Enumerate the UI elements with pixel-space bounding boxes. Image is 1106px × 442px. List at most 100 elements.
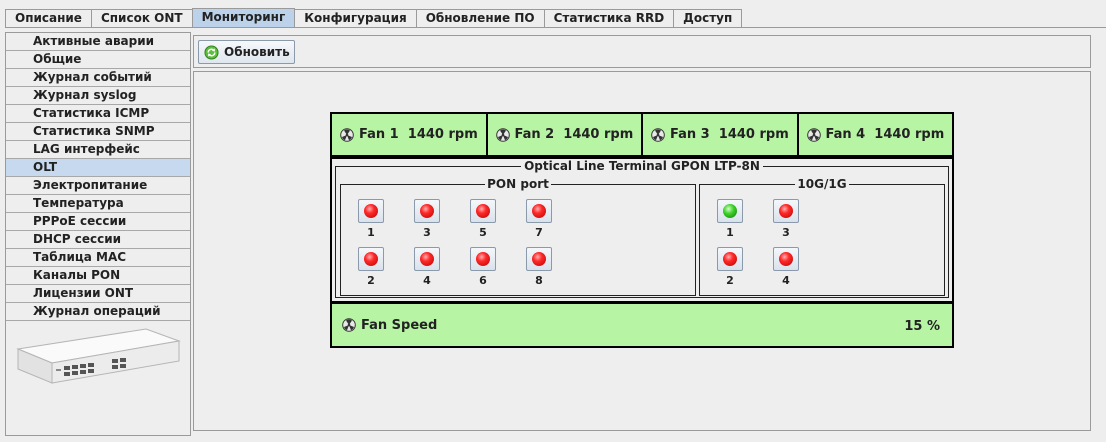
fan-2: Fan 2 1440 rpm <box>488 114 643 155</box>
fan-status-row: Fan 1 1440 rpm Fan 2 1440 rpm Fan 3 1440… <box>330 112 954 157</box>
olt-panel: Optical Line Terminal GPON LTP-8N PON po… <box>330 157 954 303</box>
port-led-button[interactable] <box>358 199 384 223</box>
status-led-icon <box>420 252 434 266</box>
fan-icon <box>340 127 354 142</box>
port-label: 1 <box>367 226 375 239</box>
port-label: 1 <box>726 226 734 239</box>
sidebar-item-pon-channels[interactable]: Каналы PON <box>6 267 190 285</box>
sidebar-item-syslog[interactable]: Журнал syslog <box>6 87 190 105</box>
sidebar-item-operations-log[interactable]: Журнал операций <box>6 303 190 321</box>
status-led-icon <box>723 204 737 218</box>
port-label: 6 <box>479 274 487 287</box>
uplink-port-group: 10G/1G 1 3 2 4 <box>699 177 945 296</box>
uplink-port-2[interactable]: 2 <box>715 247 745 287</box>
tab-configuration[interactable]: Конфигурация <box>294 9 417 28</box>
pon-port-7[interactable]: 7 <box>524 199 554 239</box>
tab-description[interactable]: Описание <box>5 9 92 28</box>
status-led-icon <box>779 204 793 218</box>
sidebar-menu: Активные аварии Общие Журнал событий Жур… <box>5 32 191 436</box>
sidebar-item-ont-licenses[interactable]: Лицензии ONT <box>6 285 190 303</box>
pon-port-1[interactable]: 1 <box>356 199 386 239</box>
fan-4-label: Fan 4 1440 rpm <box>825 127 945 142</box>
tab-firmware-update[interactable]: Обновление ПО <box>415 9 545 28</box>
pon-port-4[interactable]: 4 <box>412 247 442 287</box>
fan-icon <box>651 127 665 142</box>
refresh-button[interactable]: Обновить <box>198 40 295 64</box>
olt-frame: Optical Line Terminal GPON LTP-8N PON po… <box>335 159 949 298</box>
sidebar-item-power[interactable]: Электропитание <box>6 177 190 195</box>
tab-bar: Описание Список ONT Мониторинг Конфигура… <box>5 8 743 28</box>
sidebar-item-active-alarms[interactable]: Активные аварии <box>6 33 190 51</box>
tab-rrd-statistics[interactable]: Статистика RRD <box>543 9 675 28</box>
status-led-icon <box>476 204 490 218</box>
pon-port-group: PON port 1 3 5 7 2 4 6 8 <box>340 177 696 296</box>
pon-port-5[interactable]: 5 <box>468 199 498 239</box>
port-label: 2 <box>367 274 375 287</box>
sidebar-item-icmp-stats[interactable]: Статистика ICMP <box>6 105 190 123</box>
sidebar-item-temperature[interactable]: Температура <box>6 195 190 213</box>
port-led-button[interactable] <box>526 199 552 223</box>
status-led-icon <box>532 204 546 218</box>
status-led-icon <box>364 252 378 266</box>
port-label: 4 <box>423 274 431 287</box>
port-led-button[interactable] <box>717 199 743 223</box>
fan-icon <box>495 127 510 142</box>
fan-3-label: Fan 3 1440 rpm <box>670 127 789 142</box>
port-led-button[interactable] <box>526 247 552 271</box>
port-led-button[interactable] <box>773 247 799 271</box>
fan-1: Fan 1 1440 rpm <box>332 114 488 155</box>
fan-3: Fan 3 1440 rpm <box>643 114 799 155</box>
port-led-button[interactable] <box>773 199 799 223</box>
sidebar-item-lag[interactable]: LAG интерфейс <box>6 141 190 159</box>
port-label: 8 <box>535 274 543 287</box>
sidebar-item-general[interactable]: Общие <box>6 51 190 69</box>
port-label: 7 <box>535 226 543 239</box>
uplink-port-4[interactable]: 4 <box>771 247 801 287</box>
uplink-group-title: 10G/1G <box>795 177 849 191</box>
port-led-button[interactable] <box>414 247 440 271</box>
pon-port-8[interactable]: 8 <box>524 247 554 287</box>
sidebar-item-event-log[interactable]: Журнал событий <box>6 69 190 87</box>
tab-ont-list[interactable]: Список ONT <box>90 9 193 28</box>
device-image <box>16 328 181 384</box>
fan-speed-row: Fan Speed 15 % <box>330 302 954 348</box>
uplink-port-1[interactable]: 1 <box>715 199 745 239</box>
status-led-icon <box>532 252 546 266</box>
uplink-port-3[interactable]: 3 <box>771 199 801 239</box>
port-label: 4 <box>782 274 790 287</box>
fan-speed-value: 15 % <box>904 319 940 334</box>
fan-4: Fan 4 1440 rpm <box>799 114 953 155</box>
fan-speed-label: Fan Speed <box>361 317 438 333</box>
tab-divider <box>5 27 1106 28</box>
sidebar-item-pppoe[interactable]: PPPoE сессии <box>6 213 190 231</box>
olt-title: Optical Line Terminal GPON LTP-8N <box>521 159 763 173</box>
port-led-button[interactable] <box>470 247 496 271</box>
status-led-icon <box>779 252 793 266</box>
fan-2-label: Fan 2 1440 rpm <box>514 127 634 142</box>
tab-access[interactable]: Доступ <box>673 9 743 28</box>
port-led-button[interactable] <box>414 199 440 223</box>
sidebar-item-olt[interactable]: OLT <box>6 159 190 177</box>
tab-monitoring[interactable]: Мониторинг <box>191 8 296 28</box>
sidebar-item-mac-table[interactable]: Таблица MAC <box>6 249 190 267</box>
port-led-button[interactable] <box>717 247 743 271</box>
fan-icon <box>806 127 821 142</box>
fan-icon <box>342 318 356 332</box>
pon-port-3[interactable]: 3 <box>412 199 442 239</box>
refresh-icon <box>204 45 219 60</box>
sidebar-item-dhcp[interactable]: DHCP сессии <box>6 231 190 249</box>
status-led-icon <box>723 252 737 266</box>
pon-port-6[interactable]: 6 <box>468 247 498 287</box>
sidebar-item-snmp-stats[interactable]: Статистика SNMP <box>6 123 190 141</box>
port-label: 2 <box>726 274 734 287</box>
pon-group-title: PON port <box>485 177 551 191</box>
status-led-icon <box>420 204 434 218</box>
pon-port-2[interactable]: 2 <box>356 247 386 287</box>
status-led-icon <box>476 252 490 266</box>
port-label: 3 <box>782 226 790 239</box>
port-label: 3 <box>423 226 431 239</box>
port-led-button[interactable] <box>358 247 384 271</box>
port-led-button[interactable] <box>470 199 496 223</box>
fan-1-label: Fan 1 1440 rpm <box>359 127 478 142</box>
port-label: 5 <box>479 226 487 239</box>
